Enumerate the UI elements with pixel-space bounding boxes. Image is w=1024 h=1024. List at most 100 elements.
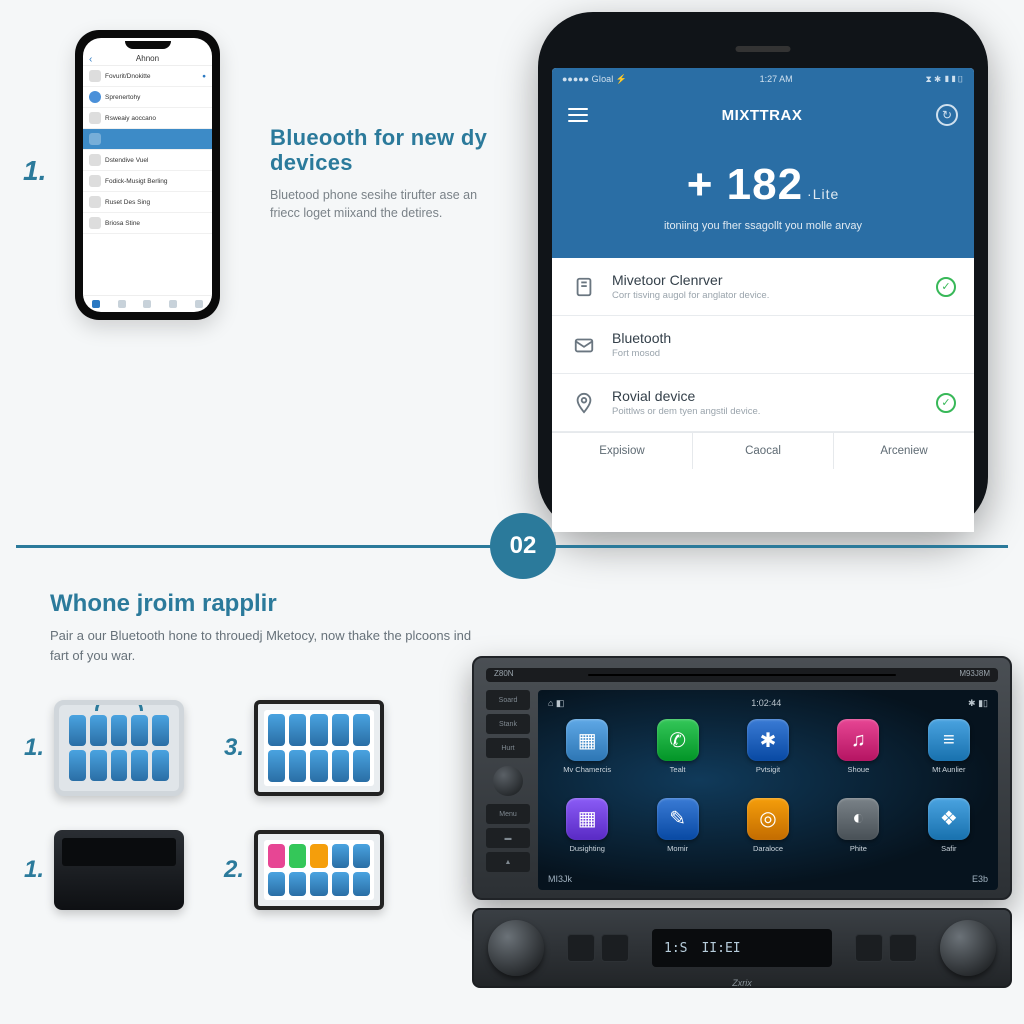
thumb-cell: 1.: [24, 688, 184, 808]
brand-label: Zxrix: [732, 978, 752, 988]
large-phone-mockup: ●●●●● GIoal ⚡ 1:27 AM ⧗ ✱ ▮▮▯ MIXTTRAX ↻…: [538, 12, 988, 532]
app-launcher[interactable]: ◐ Phite: [819, 798, 897, 867]
lcd-display: 1:S II:EI: [652, 929, 832, 967]
side-button[interactable]: ▲: [486, 852, 530, 872]
app-label: Pvtsigit: [756, 765, 780, 774]
thumb-cell: 2.: [224, 820, 384, 920]
list-item[interactable]: Briosa Stine: [83, 213, 212, 234]
small-phone-screen: Ahnon Fovurit/Dnokitte● Sprenertohy Rswe…: [83, 38, 212, 312]
side-button-column: Soard Stank Hurt Menu ▬ ▲: [486, 690, 530, 890]
small-phone-mockup: Ahnon Fovurit/Dnokitte● Sprenertohy Rswe…: [75, 30, 220, 320]
app-label: Tealt: [670, 765, 686, 774]
tablet-thumb: [54, 700, 184, 796]
car-head-unit: Z80N M93J8M Soard Stank Hurt Menu ▬ ▲ ⌂ …: [472, 656, 1012, 988]
slot-label-left: Z80N: [494, 669, 514, 678]
side-button[interactable]: Hurt: [486, 738, 530, 758]
home-icon[interactable]: ⌂ ◧: [548, 698, 564, 709]
list-item[interactable]: BluetoothFort mosod: [552, 316, 974, 374]
pin-icon: [570, 389, 598, 417]
app-launcher[interactable]: ≡Mt Aunlier: [910, 719, 988, 788]
tab-icon[interactable]: [135, 296, 161, 312]
large-phone-screen: ●●●●● GIoal ⚡ 1:27 AM ⧗ ✱ ▮▮▯ MIXTTRAX ↻…: [552, 68, 974, 532]
action-button[interactable]: Arceniew: [834, 433, 974, 469]
side-button[interactable]: Soard: [486, 690, 530, 710]
app-launcher[interactable]: ♫Shoue: [819, 719, 897, 788]
laptop-thumb: [254, 700, 384, 796]
app-launcher[interactable]: ✱ Pvtsigit: [729, 719, 807, 788]
side-button[interactable]: Menu: [486, 804, 530, 824]
head-unit-lower-panel: 1:S II:EI Zxrix: [472, 908, 1012, 988]
status-bar: ●●●●● GIoal ⚡ 1:27 AM ⧗ ✱ ▮▮▯: [552, 68, 974, 90]
status-right: ⧗ ✱ ▮▮▯: [925, 74, 964, 85]
app-label: Momir: [667, 844, 688, 853]
app-launcher[interactable]: ✎Momir: [638, 798, 716, 867]
step-1-heading: Blueooth for new dy devices: [270, 125, 500, 176]
hero-panel: + 182·Lite itoniing you fher ssagollt yo…: [552, 140, 974, 258]
app-launcher[interactable]: ▦Mv Chamercis: [548, 719, 626, 788]
step-badge-02: 02: [490, 513, 556, 579]
list-item[interactable]: Ruset Des Sing: [83, 192, 212, 213]
side-button[interactable]: ▬: [486, 828, 530, 848]
list-item[interactable]: [83, 129, 212, 150]
action-button[interactable]: Expisiow: [552, 433, 693, 469]
refresh-icon[interactable]: ↻: [936, 104, 958, 126]
app-launcher[interactable]: ✆Tealt: [638, 719, 716, 788]
hw-button[interactable]: [567, 934, 595, 962]
thumb-number: 1.: [24, 856, 44, 884]
small-knob[interactable]: [493, 766, 523, 796]
screen-botbar: MI3Jk E3b: [548, 874, 988, 884]
disc-slot: Z80N M93J8M: [486, 668, 998, 682]
status-left: ●●●●● GIoal ⚡: [562, 74, 627, 85]
list-item[interactable]: Sprenertohy: [83, 87, 212, 108]
notch: [83, 38, 212, 52]
small-phone-header: Ahnon: [83, 52, 212, 66]
hero-subtitle: itoniing you fher ssagollt you molle arv…: [564, 220, 962, 232]
section-2-body: Pair a our Bluetooth hone to throuedj Mk…: [50, 626, 490, 665]
list-item[interactable]: Rsweaiy aoccano: [83, 108, 212, 129]
list-item[interactable]: Fodick-Musigt Berling: [83, 171, 212, 192]
tune-knob[interactable]: [940, 920, 996, 976]
bluetooth-icon: ✱: [747, 719, 789, 761]
list-item[interactable]: Mivetoor ClenrverCorr tisving augol for …: [552, 258, 974, 316]
hw-button[interactable]: [601, 934, 629, 962]
side-button[interactable]: Stank: [486, 714, 530, 734]
app-label: Phite: [850, 844, 867, 853]
laptop-thumb: [254, 830, 384, 910]
list-item[interactable]: Rovial devicePoittlws or dem tyen angsti…: [552, 374, 974, 432]
app-label: Dusighting: [569, 844, 604, 853]
app-launcher[interactable]: ▦Dusighting: [548, 798, 626, 867]
lcd-value: 1:S: [664, 941, 687, 956]
small-phone-tabbar: [83, 295, 212, 312]
slot-label-right: M93J8M: [959, 669, 990, 678]
tab-icon[interactable]: [109, 296, 135, 312]
volume-knob[interactable]: [488, 920, 544, 976]
section-2-block: Whone jroim rapplir Pair a our Bluetooth…: [50, 590, 490, 665]
tab-icon[interactable]: [186, 296, 212, 312]
thumb-number: 2.: [224, 856, 244, 884]
radio-thumb: [54, 830, 184, 910]
app-bar: MIXTTRAX ↻: [552, 90, 974, 140]
list-item[interactable]: Dstendive Vuel: [83, 150, 212, 171]
hero-number: + 182·Lite: [564, 160, 962, 210]
step-number-1: 1.: [23, 155, 46, 187]
hw-button[interactable]: [855, 934, 883, 962]
thumbnail-grid: 1. 3. 1. 2.: [24, 688, 384, 920]
app-label: Mv Chamercis: [563, 765, 611, 774]
head-unit-screen: ⌂ ◧ 1:02:44 ✱ ▮▯ ▦Mv Chamercis✆Tealt✱Pvt…: [538, 690, 998, 890]
runner-icon: ❖: [928, 798, 970, 840]
menu-icon[interactable]: [568, 108, 588, 122]
hw-button[interactable]: [889, 934, 917, 962]
tab-icon[interactable]: [83, 296, 109, 312]
gauge-icon: ◐: [837, 798, 879, 840]
thumb-number: 1.: [24, 734, 44, 762]
wifi-arc-icon: [95, 700, 143, 711]
app-launcher[interactable]: ❖Safir: [910, 798, 988, 867]
check-icon: ✓: [936, 393, 956, 413]
list-item[interactable]: Fovurit/Dnokitte●: [83, 66, 212, 87]
thumb-cell: 3.: [224, 688, 384, 808]
app-launcher[interactable]: ◎Daraloce: [729, 798, 807, 867]
app-grid: ▦Mv Chamercis✆Tealt ✱ Pvtsigit ♫Shoue≡Mt Au…: [548, 719, 988, 866]
tab-icon[interactable]: [160, 296, 186, 312]
action-button[interactable]: Caocal: [693, 433, 834, 469]
section-2-heading: Whone jroim rapplir: [50, 590, 490, 618]
